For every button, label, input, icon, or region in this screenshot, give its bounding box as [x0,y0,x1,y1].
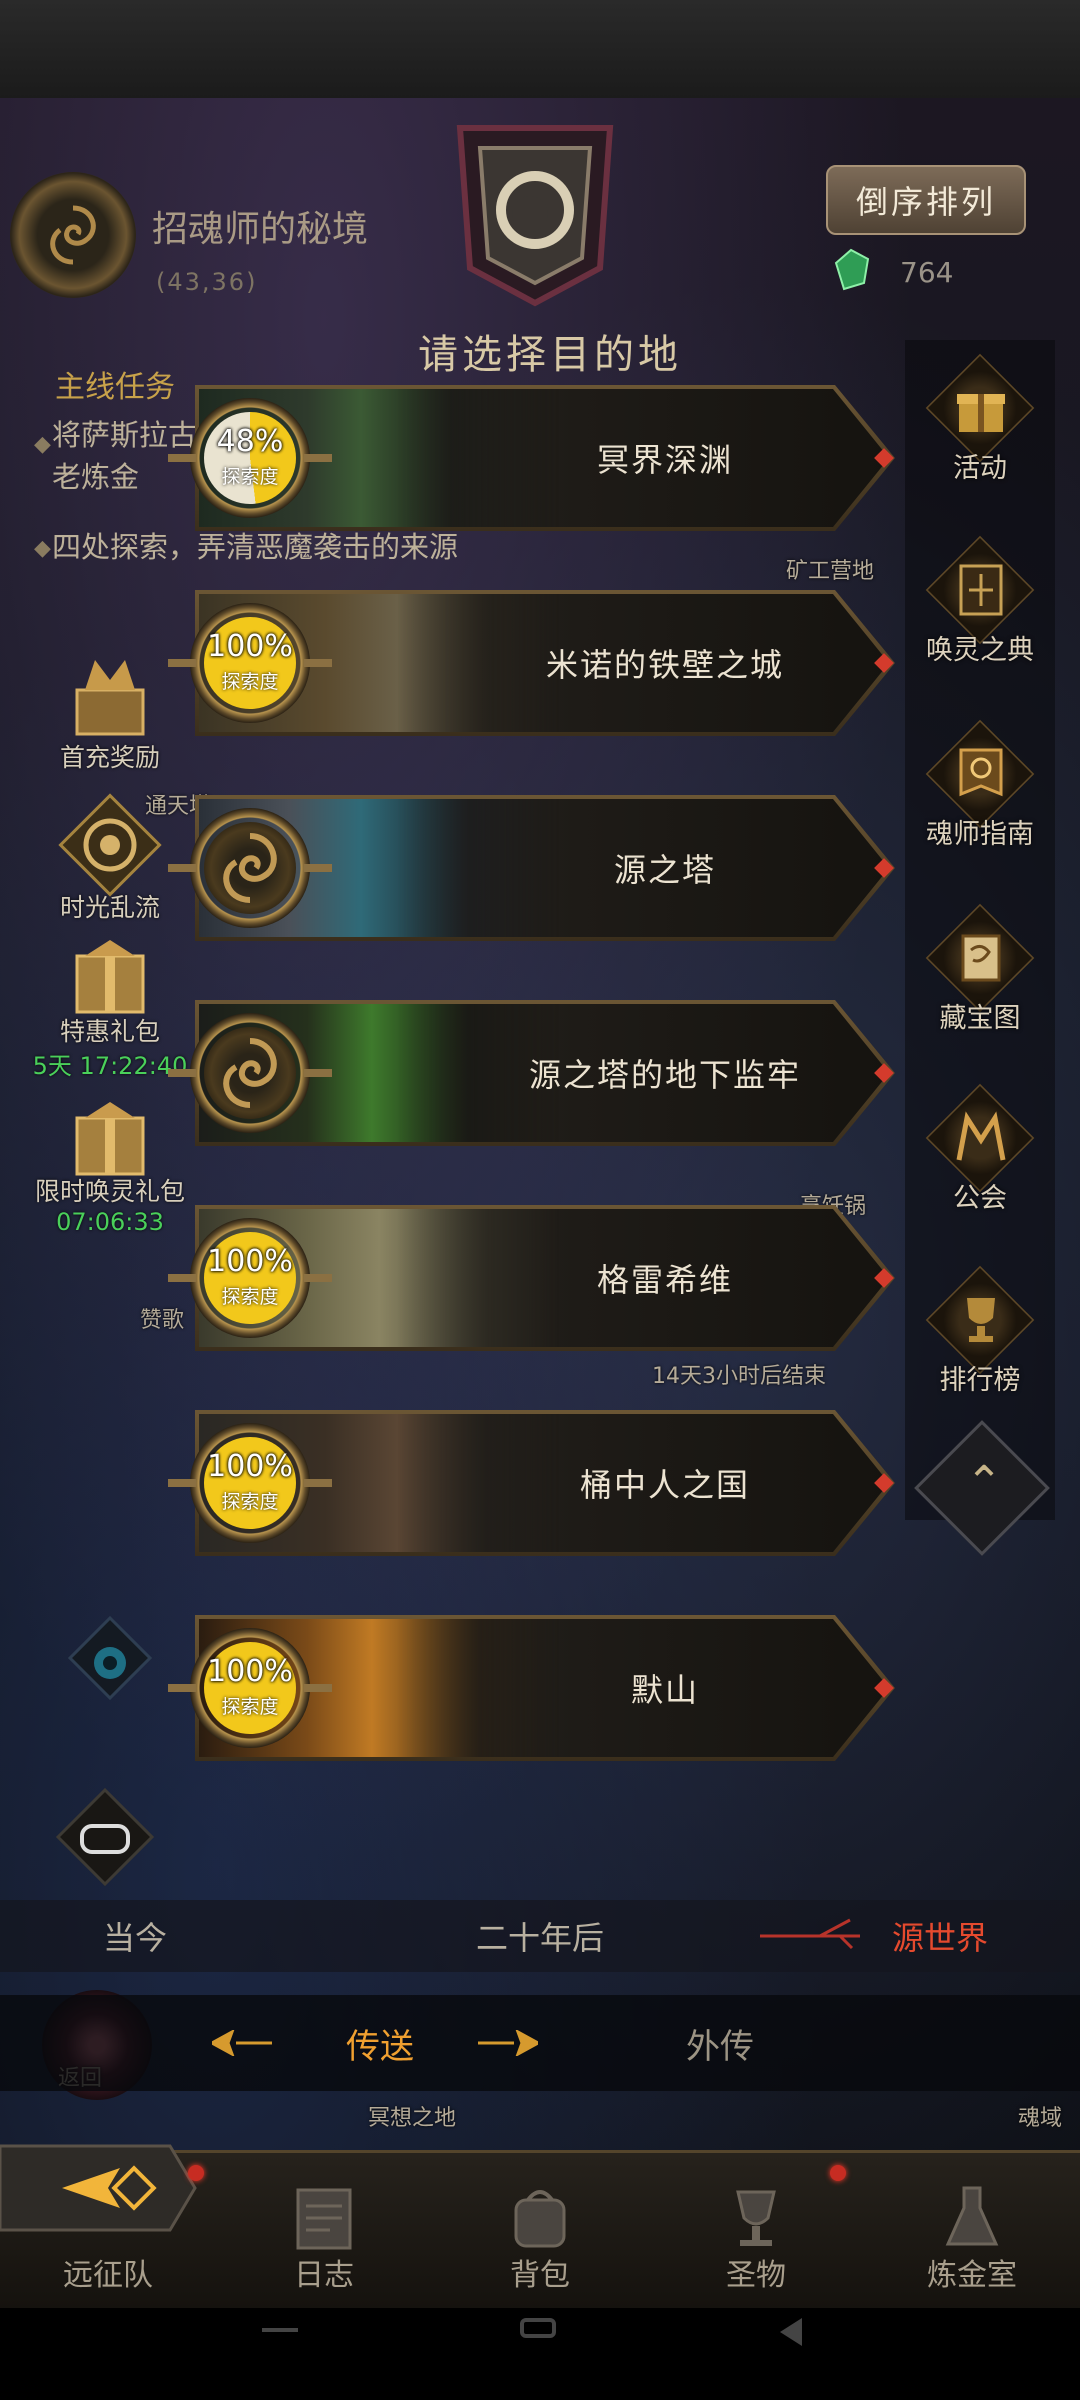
exploration-badge [168,1013,332,1133]
map-label-mine-camp: 矿工营地 [786,559,875,584]
exploration-badge [168,808,332,928]
nav-alchemy-room-label: 炼金室 [927,2258,1017,2293]
quest-diamond-icon: ◆ [34,536,51,561]
exploration-badge: 100% 探索度 [168,1628,332,1748]
exploration-badge: 100% 探索度 [168,603,332,723]
nav-backpack[interactable]: 背包 [432,2150,648,2308]
spirit-creature-icon[interactable] [60,1608,160,1708]
sort-descending-button[interactable]: 倒序排列 [826,165,1026,235]
limited-summon-pack-timer: 07:06:33 [56,1208,164,1236]
destination-name: 桶中人之国 [579,1466,750,1504]
special-gift-pack-label: 特惠礼包 [59,1017,160,1046]
quest-item[interactable]: 四处探索，弄清恶魔袭击的来源 [52,526,472,568]
relic-chalice-icon [736,2190,776,2246]
backpack-icon [514,2190,566,2248]
summoner-guide-menu-item[interactable]: 魂师指南 [905,716,1055,886]
guild-crest-icon [956,1111,1006,1161]
scene-title: 招魂师的秘境 [152,209,369,250]
nav-journal-label: 日志 [294,2258,354,2293]
menu-icon[interactable] [262,2328,298,2332]
treasure-scroll-icon [961,934,1001,982]
destination-name: 源之塔的地下监牢 [528,1056,801,1094]
destination-name: 默山 [630,1671,699,1709]
gift-icon [957,394,1005,432]
exploration-label: 探索度 [221,1286,279,1308]
time-turbulence-label: 时光乱流 [59,893,160,922]
era-active-ornament-icon [760,1916,870,1956]
destination-name: 米诺的铁壁之城 [545,646,784,684]
destination-name: 冥界深渊 [596,441,733,479]
exploration-percent: 100% [207,629,293,664]
gem-currency-amount: 764 [900,256,954,289]
codex-book-icon [959,564,1003,616]
exploration-percent: 100% [207,1449,293,1484]
guild-menu-item[interactable]: 公会 [905,1080,1055,1250]
chevron-up-icon: ⌃ [965,1456,1003,1508]
leaderboard-menu-item[interactable]: 排行榜 [905,1262,1055,1432]
home-icon[interactable] [520,2318,556,2338]
exploration-badge: 100% 探索度 [168,1218,332,1338]
destination-name: 格雷希维 [596,1261,733,1299]
guild-label: 公会 [953,1183,1007,1214]
nav-relics-label: 圣物 [726,2258,786,2293]
scene-portrait-icon[interactable] [10,172,136,298]
status-bar [0,0,1080,98]
treasure-map-menu-item[interactable]: 藏宝图 [905,900,1055,1070]
summon-codex-menu-item[interactable]: 唤灵之典 [905,532,1055,702]
destination-name: 源之塔 [613,851,716,889]
map-label-soul-domain: 魂域 [1018,2106,1063,2131]
arrow-left-ornament-icon [208,2028,272,2058]
nav-journal[interactable]: 日志 [216,2150,432,2308]
exploration-percent: 100% [207,1654,293,1689]
era-tab-origin-world[interactable]: 源世界 [860,1900,1020,1972]
leaderboard-label: 排行榜 [939,1365,1021,1396]
nav-alchemy-room[interactable]: 炼金室 [864,2150,1080,2308]
gem-currency-icon [834,248,870,291]
fist-power-icon[interactable] [50,1782,160,1892]
activity-menu-item[interactable]: 活动 [905,350,1055,520]
limited-summon-pack-label: 限时唤灵礼包 [34,1177,185,1206]
locked-spiral-icon [223,833,277,903]
nav-backpack-label: 背包 [510,2258,570,2293]
activity-label: 活动 [953,453,1007,484]
era-tab-present[interactable]: 当今 [40,1900,230,1972]
exploration-label: 探索度 [221,1696,279,1718]
nav-expedition-label: 远征队 [63,2258,153,2293]
trophy-icon [967,1298,995,1342]
first-charge-reward-label: 首充奖励 [59,743,160,772]
alchemy-flask-icon [945,2186,999,2246]
mode-tab-bar [0,1995,1080,2091]
system-navigation-bar [0,2308,1080,2400]
back-icon[interactable] [780,2318,802,2346]
map-label-zange: 赞歌 [140,1308,185,1333]
treasure-map-label: 藏宝图 [939,1003,1021,1034]
arrow-right-ornament-icon [478,2028,542,2058]
teleport-tab[interactable]: 传送 [300,1995,460,2091]
event-countdown-label: 14天3小时后结束 [652,1364,826,1389]
exploration-label: 探索度 [221,466,279,488]
guide-banner-icon [959,748,1003,797]
scene-coordinates: (43,36) [156,268,258,296]
exploration-percent: 100% [207,1244,293,1279]
summoner-guide-label: 魂师指南 [926,819,1034,850]
era-tab-twenty-years-later[interactable]: 二十年后 [440,1900,640,1972]
journal-scroll-icon [296,2188,352,2250]
nav-expedition[interactable]: 远征队 [0,2150,216,2308]
map-label-meditation: 冥想之地 [368,2106,457,2131]
side-story-tab[interactable]: 外传 [640,1995,800,2091]
nav-relics[interactable]: 圣物 [648,2150,864,2308]
summon-codex-label: 唤灵之典 [926,635,1034,666]
exploration-label: 探索度 [221,671,279,693]
exploration-percent: 48% [216,424,284,459]
exploration-badge: 100% 探索度 [168,1423,332,1543]
exploration-badge: 48% 探索度 [168,398,332,518]
exploration-label: 探索度 [221,1491,279,1513]
main-quest-header[interactable]: 主线任务 [55,362,175,406]
first-charge-reward-icon[interactable] [55,640,165,750]
locked-spiral-icon [223,1038,277,1108]
realm-emblem-icon [456,125,614,307]
